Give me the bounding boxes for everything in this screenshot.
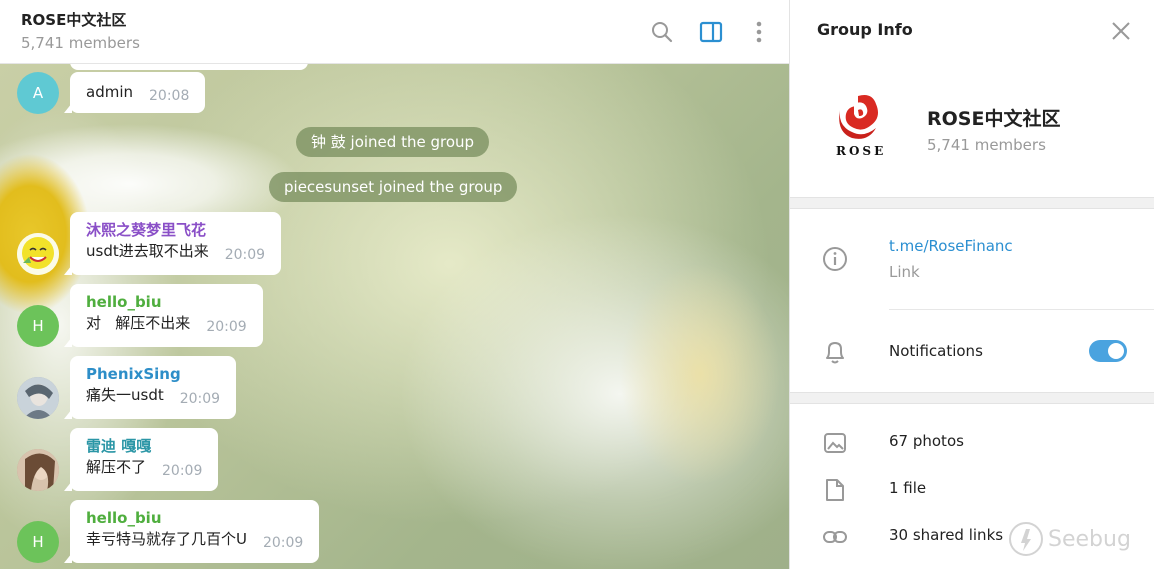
media-links[interactable]: 30 shared links — [889, 526, 1003, 544]
sender-name[interactable]: hello_biu — [86, 508, 303, 528]
photo-icon — [821, 429, 849, 457]
message-bubble[interactable]: admin 20:08 — [63, 72, 206, 113]
sender-name[interactable]: 雷迪 嘎嘎 — [86, 436, 202, 456]
message-bubble[interactable]: hello_biu 对 解压不出来 20:09 — [64, 284, 263, 347]
seebug-watermark: Seebug — [1008, 521, 1131, 557]
message-text: usdt进去取不出来 — [86, 242, 209, 260]
info-icon — [821, 245, 849, 273]
avatar[interactable] — [17, 377, 59, 419]
avatar[interactable]: H — [17, 521, 59, 563]
avatar[interactable]: A — [17, 72, 59, 114]
link-label: Link — [889, 263, 920, 281]
group-link[interactable]: t.me/RoseFinanc — [889, 237, 1013, 255]
toggle-knob — [1108, 343, 1124, 359]
group-logo[interactable]: ROSE — [826, 88, 890, 160]
panel-title: Group Info — [817, 20, 913, 39]
sidebar-toggle-icon[interactable] — [697, 18, 725, 46]
message-text: 痛失一usdt — [86, 386, 164, 404]
search-icon[interactable] — [648, 18, 676, 46]
service-message: piecesunset joined the group — [269, 172, 518, 202]
media-files[interactable]: 1 file — [889, 479, 926, 497]
message-text: 幸亏特马就存了几百个U — [86, 530, 247, 548]
message-time: 20:09 — [179, 391, 221, 407]
logo-text: ROSE — [836, 144, 887, 158]
notifications-toggle[interactable] — [1089, 340, 1127, 362]
bell-icon — [821, 338, 849, 366]
link-icon — [821, 523, 849, 551]
chat-header: ROSE中文社区 5,741 members — [0, 0, 789, 64]
message-text: admin — [86, 83, 133, 101]
sender-name[interactable]: 沐熙之葵梦里飞花 — [86, 220, 265, 240]
message-bubble[interactable]: PhenixSing 痛失一usdt 20:09 — [63, 356, 237, 419]
smiley-avatar-icon — [17, 233, 59, 275]
group-name: ROSE中文社区 — [927, 108, 1061, 130]
avatar-letter: H — [32, 317, 44, 335]
message-time: 20:09 — [224, 247, 266, 263]
section-divider — [790, 197, 1154, 209]
file-icon — [821, 476, 849, 504]
avatar-letter: H — [32, 533, 44, 551]
avatar[interactable] — [17, 233, 59, 275]
chat-member-count: 5,741 members — [21, 34, 140, 52]
group-info-panel: Group Info ROSE ROSE中文社区 5,741 members t… — [789, 0, 1154, 569]
avatar-letter: A — [32, 84, 44, 102]
message-bubble[interactable]: hello_biu 幸亏特马就存了几百个U 20:09 — [63, 500, 320, 563]
chat-pane: ROSE中文社区 5,741 members A admin 20:08 钟 鼓… — [0, 0, 789, 569]
photo-avatar-icon — [17, 377, 59, 419]
seebug-logo-icon — [1009, 522, 1043, 556]
message-time: 20:09 — [162, 463, 203, 479]
media-photos[interactable]: 67 photos — [889, 432, 964, 450]
photo-avatar-icon — [17, 449, 59, 491]
message-time: 20:08 — [149, 88, 190, 104]
sender-name[interactable]: hello_biu — [86, 292, 247, 312]
row-separator — [889, 309, 1154, 310]
message-text: 对 解压不出来 — [86, 314, 191, 332]
close-icon[interactable] — [1108, 18, 1134, 44]
section-divider — [790, 392, 1154, 404]
more-vertical-icon[interactable] — [745, 18, 773, 46]
message-time: 20:09 — [206, 319, 247, 335]
avatar[interactable]: H — [17, 305, 59, 347]
watermark-text: Seebug — [1048, 526, 1131, 552]
notifications-label: Notifications — [889, 342, 983, 360]
group-member-count: 5,741 members — [927, 136, 1046, 154]
message-bubble[interactable]: 沐熙之葵梦里飞花 usdt进去取不出来 20:09 — [63, 212, 282, 275]
service-message: 钟 鼓 joined the group — [296, 127, 490, 157]
message-bubble[interactable]: 雷迪 嘎嘎 解压不了 20:09 — [63, 428, 219, 491]
sender-name[interactable]: PhenixSing — [86, 364, 220, 384]
chat-title[interactable]: ROSE中文社区 — [21, 9, 126, 30]
avatar[interactable] — [17, 449, 59, 491]
message-text: 解压不了 — [86, 458, 147, 476]
message-time: 20:09 — [262, 535, 304, 551]
